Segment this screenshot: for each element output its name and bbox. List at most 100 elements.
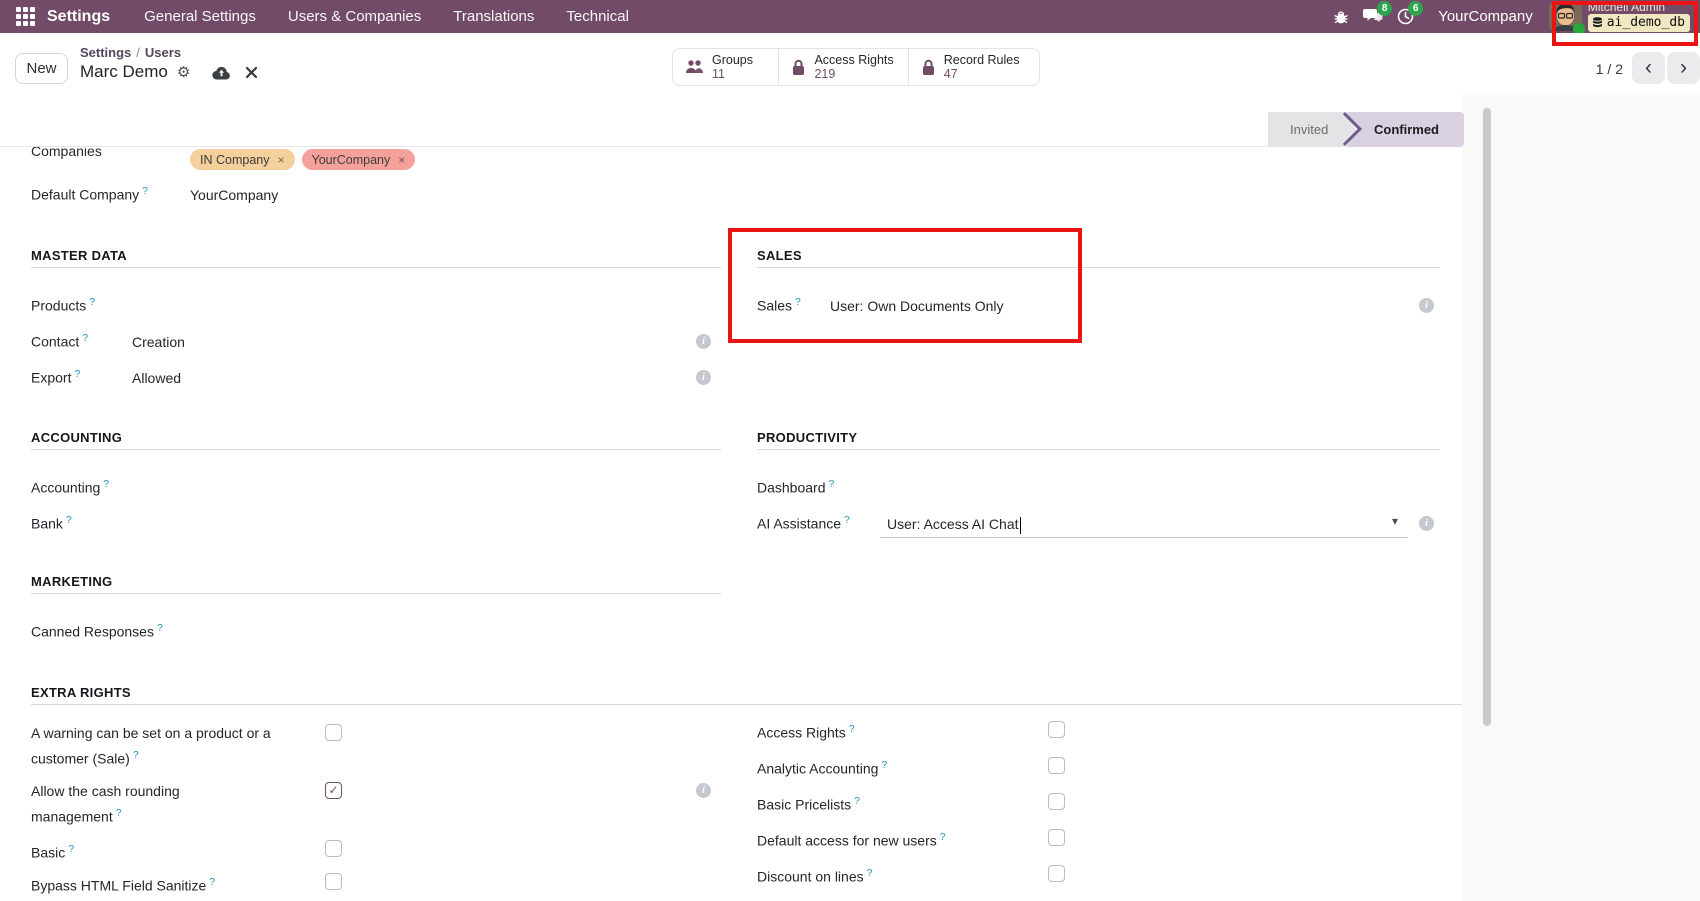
pager-value: 1 / 2 [1595, 61, 1623, 77]
users-icon [686, 60, 703, 73]
default-access-new-users-label: Default access for new users? [757, 831, 946, 849]
stat-button-access-rights[interactable]: Access Rights 219 [778, 49, 907, 85]
stage-confirmed[interactable]: Confirmed [1346, 112, 1464, 147]
export-value[interactable]: Allowed [132, 370, 181, 386]
menu-technical[interactable]: Technical [566, 8, 629, 25]
menu-users-companies[interactable]: Users & Companies [288, 8, 421, 25]
sales-value[interactable]: User: Own Documents Only [830, 298, 1004, 314]
help-icon[interactable]: ? [74, 368, 80, 380]
debug-bug-icon[interactable] [1333, 9, 1349, 25]
help-icon[interactable]: ? [68, 843, 74, 855]
section-divider [757, 449, 1440, 450]
statusbar: Invited Confirmed [1268, 112, 1464, 147]
stat-value: 11 [712, 67, 725, 81]
checkbox-cash-rounding[interactable]: ✓ [325, 782, 342, 799]
help-icon[interactable]: ? [89, 296, 95, 308]
section-extra-rights: EXTRA RIGHTS [31, 685, 131, 700]
tag-label: IN Company [200, 152, 270, 167]
help-icon[interactable]: ? [133, 749, 139, 761]
ai-assistance-combobox[interactable]: User: Access AI Chat [887, 516, 1021, 534]
export-label: Export? [31, 368, 81, 386]
help-icon[interactable]: ? [157, 622, 163, 634]
company-switcher[interactable]: YourCompany [1438, 8, 1533, 25]
discard-x-icon[interactable] [245, 66, 258, 79]
section-sales: SALES [757, 248, 802, 263]
help-icon[interactable]: ? [103, 478, 109, 490]
help-icon[interactable]: ? [116, 807, 122, 819]
help-icon[interactable]: ? [940, 831, 946, 843]
stat-button-groups[interactable]: Groups 11 [673, 49, 778, 85]
stat-label: Groups [712, 53, 753, 67]
activities-clock-icon[interactable]: 6 [1397, 1, 1424, 25]
pager-previous-button[interactable]: ‹ [1632, 52, 1665, 84]
top-navbar: Settings General Settings Users & Compan… [0, 0, 1700, 35]
info-icon[interactable]: i [1419, 516, 1434, 531]
help-icon[interactable]: ? [66, 514, 72, 526]
company-tag-in-company[interactable]: IN Company × [190, 149, 295, 170]
combobox-underline [880, 537, 1408, 538]
info-icon[interactable]: i [696, 370, 711, 385]
section-divider [31, 704, 1462, 705]
app-name[interactable]: Settings [47, 8, 110, 26]
apps-grid-icon[interactable] [16, 7, 35, 26]
vertical-scrollbar[interactable] [1483, 108, 1491, 726]
checkbox-bypass-html-sanitize[interactable] [325, 873, 342, 890]
tag-remove-icon[interactable]: × [277, 153, 284, 167]
user-name: Mitchell Admin [1587, 1, 1666, 12]
stat-button-record-rules[interactable]: Record Rules 47 [907, 49, 1039, 85]
help-icon[interactable]: ? [142, 185, 148, 197]
new-button[interactable]: New [15, 53, 68, 84]
section-divider [31, 593, 721, 594]
actions-gear-icon[interactable]: ⚙ [177, 63, 190, 81]
canned-responses-label: Canned Responses? [31, 622, 163, 640]
info-icon[interactable]: i [1419, 298, 1434, 313]
stat-value: 219 [814, 67, 836, 81]
user-avatar[interactable] [1548, 2, 1585, 35]
checkbox-basic-pricelists[interactable] [1048, 793, 1065, 810]
section-master-data: MASTER DATA [31, 248, 127, 263]
user-menu[interactable]: Mitchell Admin ai_demo_db [1587, 1, 1690, 32]
help-icon[interactable]: ? [881, 759, 887, 771]
database-name: ai_demo_db [1606, 15, 1685, 30]
help-icon[interactable]: ? [795, 296, 801, 308]
checkbox-access-rights[interactable] [1048, 721, 1065, 738]
database-badge: ai_demo_db [1587, 14, 1690, 32]
info-icon[interactable]: i [696, 783, 711, 798]
breadcrumb-settings-link[interactable]: Settings [80, 45, 131, 60]
section-marketing: MARKETING [31, 574, 113, 589]
help-icon[interactable]: ? [209, 876, 215, 888]
stat-label: Access Rights [814, 53, 894, 67]
checkbox-analytic-accounting[interactable] [1048, 757, 1065, 774]
checkbox-discount-on-lines[interactable] [1048, 865, 1065, 882]
contact-value[interactable]: Creation [132, 334, 185, 350]
company-tag-yourcompany[interactable]: YourCompany × [301, 149, 416, 170]
help-icon[interactable]: ? [844, 514, 850, 526]
default-company-value[interactable]: YourCompany [190, 187, 278, 203]
checkbox-warning-product-customer[interactable] [325, 724, 342, 741]
help-icon[interactable]: ? [849, 723, 855, 735]
menu-general-settings[interactable]: General Settings [144, 8, 256, 25]
tag-remove-icon[interactable]: × [398, 153, 405, 167]
form-status-band [0, 95, 1462, 147]
help-icon[interactable]: ? [854, 795, 860, 807]
pager-next-button[interactable]: › [1667, 52, 1700, 84]
save-cloud-icon[interactable] [212, 65, 231, 80]
warning-product-customer-label: A warning can be set on a product or a c… [31, 725, 271, 767]
menu-translations[interactable]: Translations [453, 8, 534, 25]
companies-label-clipped: Companies [31, 147, 102, 159]
navbar-left: Settings General Settings Users & Compan… [0, 7, 661, 26]
help-icon[interactable]: ? [82, 332, 88, 344]
help-icon[interactable]: ? [829, 478, 835, 490]
breadcrumb-users-link[interactable]: Users [145, 45, 181, 60]
navbar-right: 8 6 YourCompany Mitchell Admin ai_demo_d… [1333, 1, 1700, 35]
stat-label: Record Rules [943, 53, 1020, 67]
record-title: Marc Demo [80, 62, 168, 81]
checkbox-default-access-new-users[interactable] [1048, 829, 1065, 846]
checkbox-basic[interactable] [325, 840, 342, 857]
help-icon[interactable]: ? [867, 867, 873, 879]
dropdown-caret-icon[interactable]: ▾ [1392, 514, 1398, 528]
info-icon[interactable]: i [696, 334, 711, 349]
messages-icon[interactable]: 8 [1363, 1, 1393, 25]
check-icon: ✓ [328, 783, 339, 797]
activities-count-badge: 6 [1408, 1, 1424, 16]
